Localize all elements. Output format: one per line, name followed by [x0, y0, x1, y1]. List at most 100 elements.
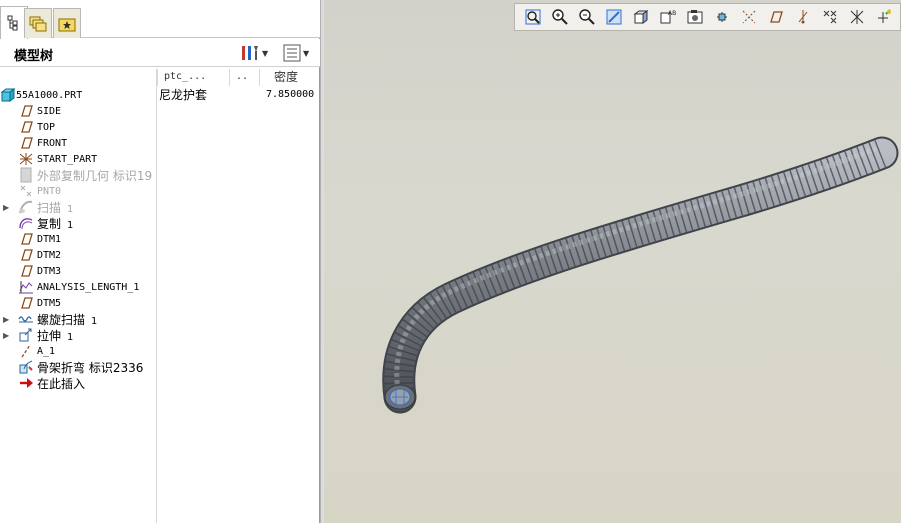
- panel-header: 模型树 ▼ ▼: [0, 39, 320, 67]
- tree-item-label: 复制 1: [37, 216, 74, 231]
- helical-spring-tube: [382, 136, 899, 414]
- datum-plane-icon: [18, 231, 34, 247]
- column-ptc[interactable]: ptc_...: [157, 69, 229, 86]
- tree-item-label: A_1: [37, 345, 56, 357]
- tree-item[interactable]: ▶ 扫描 1: [0, 199, 156, 215]
- dimensions-button[interactable]: [870, 5, 897, 29]
- tree-item[interactable]: FRONT: [0, 135, 156, 151]
- tree-item[interactable]: SIDE: [0, 103, 156, 119]
- tree-item[interactable]: 复制 1: [0, 215, 156, 231]
- tree-item-label: START_PART: [37, 153, 98, 165]
- model-tree-icon: [7, 15, 18, 31]
- graphics-viewport[interactable]: AB: [324, 0, 901, 523]
- tree-item[interactable]: DTM5: [0, 295, 156, 311]
- tree-item-label: 骨架折弯 标识2336: [37, 360, 144, 375]
- zoom-in-button[interactable]: [546, 5, 573, 29]
- view-manager-icon: [686, 8, 704, 26]
- helical-sweep-icon: [18, 311, 34, 327]
- tree-item-label: DTM2: [37, 249, 62, 261]
- datum-planes-icon: [767, 8, 785, 26]
- tree-item-label: 外部复制几何 标识19: [37, 168, 153, 183]
- tree-item-label: 拉伸 1: [37, 328, 74, 343]
- datum-axis-icon: [18, 343, 34, 359]
- column-density[interactable]: 密度: [259, 69, 320, 86]
- tree-item-label: FRONT: [37, 137, 68, 149]
- insert-here-arrow-icon: [18, 375, 34, 391]
- cell-param-value: 尼龙护套: [159, 88, 208, 102]
- tree-item-label: 在此插入: [37, 376, 86, 391]
- show-dropdown-button[interactable]: ▼: [283, 43, 309, 63]
- tree-item-label: 扫描 1: [37, 200, 74, 215]
- tree-item[interactable]: DTM1: [0, 231, 156, 247]
- spinal-bend-icon: [18, 359, 34, 375]
- tree-item[interactable]: DTM3: [0, 263, 156, 279]
- sweep-icon: [18, 199, 34, 215]
- datum-point-display-button[interactable]: [789, 5, 816, 29]
- folder-star-icon: [58, 18, 76, 31]
- tree-item[interactable]: A_1: [0, 343, 156, 359]
- tree-item[interactable]: DTM2: [0, 247, 156, 263]
- tree-item[interactable]: 55A1000.PRT: [0, 87, 156, 103]
- datum-axes-button[interactable]: [735, 5, 762, 29]
- navigator-tabs: [0, 0, 320, 39]
- tree-item[interactable]: START_PART: [0, 151, 156, 167]
- spin-center-button[interactable]: [708, 5, 735, 29]
- tree-item-label: DTM1: [37, 233, 62, 245]
- tree-item[interactable]: ANALYSIS_LENGTH_1: [0, 279, 156, 295]
- dimensions-icon: [875, 8, 893, 26]
- tree-item-label: TOP: [37, 121, 56, 133]
- column-header: ptc_... .. 密度: [0, 69, 320, 86]
- tree-item[interactable]: 外部复制几何 标识19: [0, 167, 156, 183]
- model-tree: 55A1000.PRT SIDE TOP FRONT START_PART 外部复制几何 …: [0, 87, 156, 523]
- annotations-button[interactable]: [843, 5, 870, 29]
- coordinate-systems-icon: [821, 8, 839, 26]
- layers-tab[interactable]: [24, 8, 52, 38]
- chevron-down-icon: ▼: [262, 48, 269, 58]
- external-copy-geometry-icon: [18, 167, 34, 183]
- tree-item-label: SIDE: [37, 105, 62, 117]
- column-ellipsis[interactable]: ..: [229, 69, 259, 86]
- datum-plane-icon: [18, 263, 34, 279]
- zoom-out-button[interactable]: [573, 5, 600, 29]
- zoom-out-icon: [578, 8, 596, 26]
- tree-item[interactable]: 骨架折弯 标识2336: [0, 359, 156, 375]
- view-manager-button[interactable]: [681, 5, 708, 29]
- tree-item-label: DTM5: [37, 297, 62, 309]
- zoom-in-icon: [551, 8, 569, 26]
- favorites-tab[interactable]: [53, 8, 81, 38]
- layers-icon: [29, 16, 47, 31]
- chevron-down-icon: ▼: [303, 48, 310, 58]
- tree-item[interactable]: ▶ 拉伸 1: [0, 327, 156, 343]
- model-tree-panel: 模型树 ▼ ▼ ptc_... .. 密度 55A1000.PRT SIDE TOP…: [0, 0, 320, 523]
- shading-button[interactable]: [627, 5, 654, 29]
- tree-item-label: PNT0: [37, 185, 62, 197]
- repaint-icon: [605, 8, 623, 26]
- repaint-button[interactable]: [600, 5, 627, 29]
- list-view-icon: [283, 44, 301, 62]
- panel-title: 模型树: [14, 49, 54, 64]
- datum-plane-icon: [18, 295, 34, 311]
- tree-item[interactable]: ▶ 螺旋扫描 1: [0, 311, 156, 327]
- saved-views-button[interactable]: AB: [654, 5, 681, 29]
- tree-item-label: 螺旋扫描 1: [37, 312, 98, 327]
- spin-center-icon: [713, 8, 731, 26]
- tree-item-label: ANALYSIS_LENGTH_1: [37, 281, 140, 293]
- expand-arrow-icon[interactable]: ▶: [3, 331, 11, 340]
- expand-arrow-icon[interactable]: ▶: [3, 315, 11, 324]
- tree-item-label: 55A1000.PRT: [16, 89, 83, 101]
- datum-plane-icon: [18, 103, 34, 119]
- tree-item[interactable]: TOP: [0, 119, 156, 135]
- tree-item-label: DTM3: [37, 265, 62, 277]
- datum-planes-button[interactable]: [762, 5, 789, 29]
- coordinate-system-icon: [18, 151, 34, 167]
- datum-plane-icon: [18, 135, 34, 151]
- saved-views-icon: AB: [659, 8, 677, 26]
- tree-item[interactable]: PNT0: [0, 183, 156, 199]
- expand-arrow-icon[interactable]: ▶: [3, 203, 11, 212]
- settings-dropdown-button[interactable]: ▼: [240, 43, 268, 63]
- svg-text:AB: AB: [668, 10, 676, 17]
- tree-item[interactable]: 在此插入: [0, 375, 156, 391]
- refit-button[interactable]: [519, 5, 546, 29]
- coordinate-systems-button[interactable]: [816, 5, 843, 29]
- tools-icon: [242, 46, 258, 60]
